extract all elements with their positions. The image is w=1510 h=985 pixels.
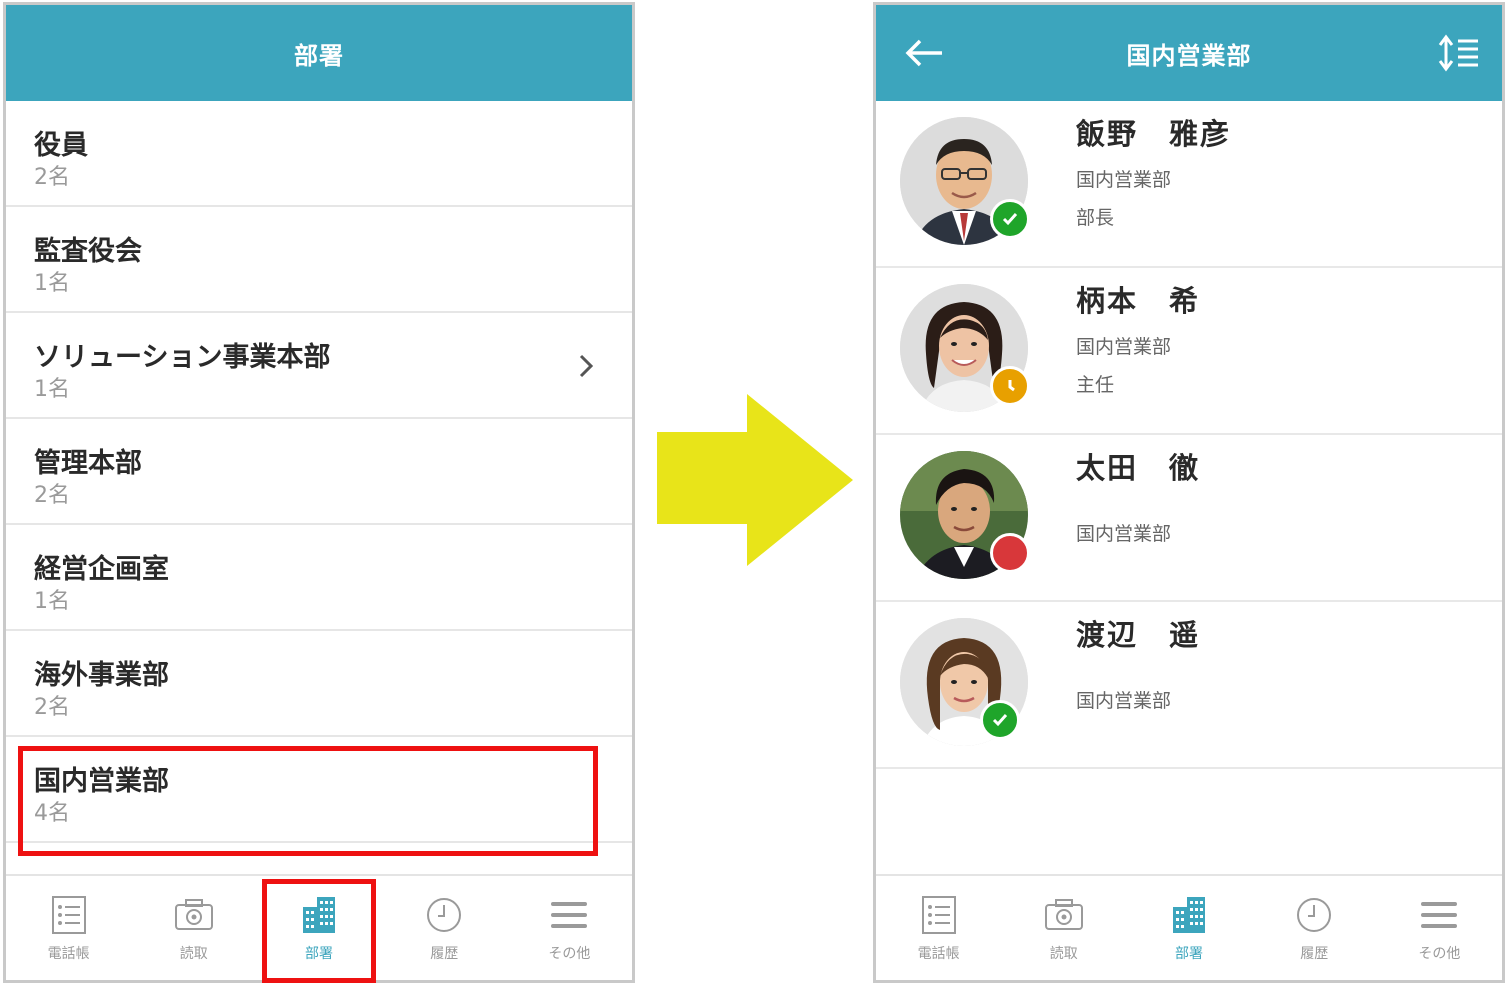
- tab-label: 履歴: [430, 946, 459, 962]
- tab-phonebook[interactable]: 電話帳: [876, 876, 1001, 980]
- status-available-icon: [980, 700, 1020, 740]
- arrow-right-icon: [657, 394, 853, 566]
- member-title: 主任: [1076, 374, 1115, 396]
- camera-icon: [174, 899, 213, 930]
- member-name: 飯野 雅彦: [1076, 117, 1232, 151]
- tab-more[interactable]: その他: [507, 876, 632, 980]
- sort-icon: [1438, 34, 1478, 72]
- tab-label: 電話帳: [47, 946, 90, 962]
- department-name: 役員: [34, 130, 88, 161]
- member-department: 国内営業部: [1076, 169, 1172, 191]
- member-item[interactable]: 太田 徹 国内営業部: [876, 435, 1502, 602]
- department-screen: 部署 役員 2名 監査役会 1名 ソリューション事業本部 1名 管理本部 2名: [3, 2, 635, 983]
- building-icon: [303, 897, 335, 933]
- department-item-highlighted[interactable]: 国内営業部 4名: [6, 737, 632, 843]
- tab-scan[interactable]: 読取: [1001, 876, 1126, 980]
- status-busy-icon: [990, 533, 1030, 573]
- building-icon: [1173, 897, 1205, 933]
- member-title: 部長: [1076, 207, 1115, 229]
- department-item[interactable]: 海外事業部 2名: [6, 631, 632, 737]
- app-bar: 部署: [6, 5, 632, 101]
- clock-icon: [427, 898, 462, 932]
- bottom-tab-bar: 電話帳 読取 部署 履歴 その他: [876, 874, 1502, 980]
- page-title: 部署: [294, 41, 344, 70]
- clock-icon: [1297, 898, 1332, 932]
- tab-label: 電話帳: [917, 946, 960, 962]
- tab-scan[interactable]: 読取: [131, 876, 256, 980]
- tab-history[interactable]: 履歴: [1252, 876, 1377, 980]
- department-count: 2名: [34, 695, 70, 720]
- department-list: 役員 2名 監査役会 1名 ソリューション事業本部 1名 管理本部 2名 経営企…: [6, 101, 632, 843]
- member-screen: 国内営業部 飯野 雅彦 国内営業部 部長 柄本 希 国内営業部 主任 太田 徹 …: [873, 2, 1505, 983]
- department-count: 1名: [34, 377, 70, 402]
- status-away-icon: [990, 366, 1030, 406]
- department-name: 海外事業部: [34, 660, 169, 691]
- department-name: ソリューション事業本部: [34, 342, 331, 373]
- tab-label: 履歴: [1300, 946, 1329, 962]
- phonebook-icon: [51, 896, 86, 934]
- camera-icon: [1044, 899, 1083, 930]
- member-name: 太田 徹: [1076, 451, 1201, 485]
- tab-phonebook[interactable]: 電話帳: [6, 876, 131, 980]
- tab-label: 部署: [305, 946, 333, 962]
- tab-history[interactable]: 履歴: [382, 876, 507, 980]
- sort-button[interactable]: [1432, 27, 1484, 79]
- phonebook-icon: [921, 896, 956, 934]
- tab-label: 読取: [179, 946, 208, 962]
- tab-label: その他: [1418, 946, 1461, 962]
- department-item[interactable]: 管理本部 2名: [6, 419, 632, 525]
- department-item[interactable]: 役員 2名: [6, 101, 632, 207]
- department-count: 2名: [34, 483, 70, 508]
- department-count: 4名: [34, 801, 70, 826]
- menu-icon: [1421, 902, 1458, 928]
- status-available-icon: [990, 199, 1030, 239]
- arrow-left-icon: [905, 39, 942, 67]
- member-department: 国内営業部: [1076, 336, 1172, 358]
- tab-departments[interactable]: 部署: [1126, 876, 1251, 980]
- page-title: 国内営業部: [1126, 41, 1252, 70]
- canvas: 部署 役員 2名 監査役会 1名 ソリューション事業本部 1名 管理本部 2名: [0, 0, 1510, 985]
- chevron-right-icon: [579, 354, 594, 378]
- department-item[interactable]: ソリューション事業本部 1名: [6, 313, 632, 419]
- department-name: 監査役会: [34, 236, 142, 267]
- member-item[interactable]: 渡辺 遥 国内営業部: [876, 602, 1502, 769]
- department-item[interactable]: 経営企画室 1名: [6, 525, 632, 631]
- tab-more[interactable]: その他: [1377, 876, 1502, 980]
- tab-label: 読取: [1049, 946, 1078, 962]
- department-item[interactable]: 監査役会 1名: [6, 207, 632, 313]
- member-name: 柄本 希: [1076, 284, 1201, 318]
- app-bar: 国内営業部: [876, 5, 1502, 101]
- department-count: 2名: [34, 165, 70, 190]
- tab-departments[interactable]: 部署: [256, 876, 381, 980]
- department-count: 1名: [34, 589, 70, 614]
- tab-label: その他: [548, 946, 591, 962]
- member-department: 国内営業部: [1076, 523, 1172, 545]
- department-name: 経営企画室: [34, 554, 169, 585]
- member-item[interactable]: 飯野 雅彦 国内営業部 部長: [876, 101, 1502, 268]
- tab-label: 部署: [1175, 946, 1203, 962]
- department-count: 1名: [34, 271, 70, 296]
- member-name: 渡辺 遥: [1076, 618, 1201, 652]
- department-name: 管理本部: [34, 448, 142, 479]
- menu-icon: [551, 902, 588, 928]
- department-name: 国内営業部: [34, 766, 169, 797]
- member-item[interactable]: 柄本 希 国内営業部 主任: [876, 268, 1502, 435]
- back-button[interactable]: [898, 29, 950, 77]
- member-department: 国内営業部: [1076, 690, 1172, 712]
- bottom-tab-bar: 電話帳 読取 部署 履歴 その他: [6, 874, 632, 980]
- member-list: 飯野 雅彦 国内営業部 部長 柄本 希 国内営業部 主任 太田 徹 国内営業部 …: [876, 101, 1502, 769]
